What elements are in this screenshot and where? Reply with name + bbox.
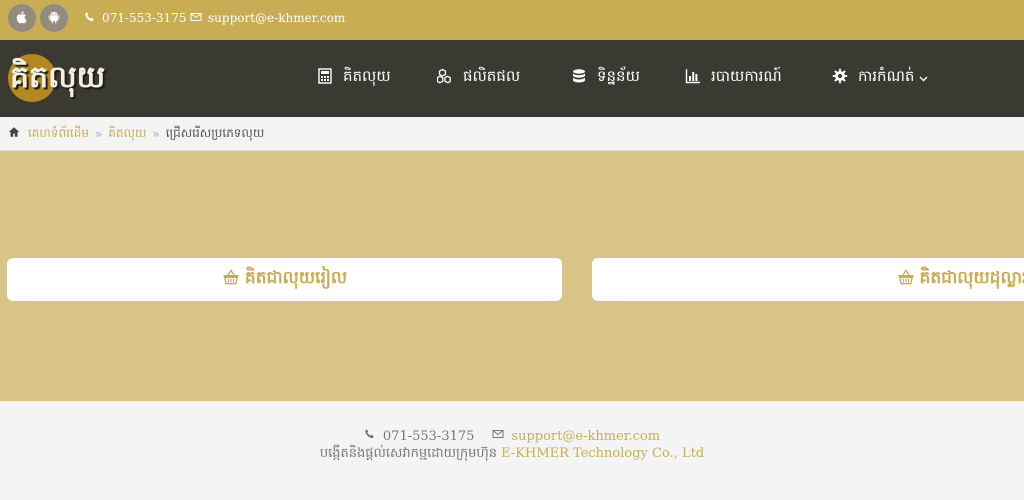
nav-item-label: ផលិតផល	[463, 67, 521, 85]
footer-contact: 071-553-3175 support@e-khmer.com	[0, 427, 1024, 445]
footer-credit-text: បង្កើតនិងផ្តល់សេវាកម្មដោយក្រុមហ៊ុន	[319, 446, 497, 461]
top-email-text[interactable]: support@e-khmer.com	[208, 11, 345, 25]
nav-item-settings[interactable]: ការកំណត់	[832, 66, 928, 90]
nav-item-products[interactable]: ផលិតផល	[436, 66, 521, 90]
top-phone-text: 071-553-3175	[102, 11, 187, 25]
breadcrumb: គេហទំព័រដើម » គិតលុយ » ជ្រើសរើសប្រភេទលុយ	[0, 117, 1024, 151]
home-icon[interactable]	[8, 126, 28, 141]
logo[interactable]: គិតលុយ	[8, 52, 120, 102]
gear-icon	[832, 68, 858, 88]
top-phone: 071-553-3175	[84, 10, 186, 26]
footer: 071-553-3175 support@e-khmer.com បង្កើតន…	[0, 401, 1024, 500]
footer-company-link[interactable]: E-KHMER Technology Co., Ltd	[501, 446, 704, 461]
breadcrumb-current: ជ្រើសរើសប្រភេទលុយ	[165, 125, 265, 140]
apple-icon	[15, 9, 29, 28]
calculator-icon	[317, 68, 343, 88]
nav-item-label: គិតលុយ	[343, 67, 391, 85]
footer-phone: 071-553-3175	[382, 428, 475, 444]
database-icon	[571, 68, 597, 88]
nav-item-label: ការកំណត់	[858, 67, 915, 85]
currency-selection-area: គិតជាលុយរៀល គិតជាលុយដុល្លារ	[0, 151, 1024, 401]
phone-icon	[364, 428, 383, 444]
nav-item-label: របាយការណ៍	[711, 67, 782, 85]
cubes-icon	[436, 68, 463, 88]
breadcrumb-home[interactable]: គេហទំព័រដើម	[28, 125, 89, 143]
basket-icon	[897, 268, 920, 291]
envelope-icon	[492, 428, 511, 444]
android-icon	[47, 9, 61, 28]
apple-app-button[interactable]	[8, 4, 36, 32]
dollar-payment-button[interactable]: គិតជាលុយដុល្លារ	[592, 258, 1024, 301]
footer-credit: បង្កើតនិងផ្តល់សេវាកម្មដោយក្រុមហ៊ុន E-KHM…	[0, 445, 1024, 463]
bar-chart-icon	[685, 68, 711, 88]
riel-payment-button[interactable]: គិតជាលុយរៀល	[7, 258, 562, 301]
dollar-payment-button-content: គិតជាលុយដុល្លារ	[592, 258, 1024, 301]
phone-icon	[84, 11, 102, 26]
footer-email[interactable]: support@e-khmer.com	[511, 429, 660, 444]
chevron-down-icon	[914, 69, 928, 87]
breadcrumb-parent[interactable]: គិតលុយ	[108, 125, 146, 143]
basket-icon	[222, 268, 245, 291]
logo-text: គិតលុយ	[10, 60, 106, 95]
nav-item-checkout[interactable]: គិតលុយ	[317, 66, 391, 90]
top-email[interactable]: support@e-khmer.com	[190, 10, 345, 26]
choice-label: គិតជាលុយដុល្លារ	[919, 268, 1024, 288]
breadcrumb-separator: »	[94, 126, 103, 141]
nav-item-label: ទិន្នន័យ	[597, 67, 640, 85]
breadcrumb-separator: »	[152, 126, 160, 141]
envelope-icon	[190, 11, 208, 26]
nav-item-data[interactable]: ទិន្នន័យ	[571, 66, 640, 90]
android-app-button[interactable]	[40, 4, 68, 32]
nav-item-reports[interactable]: របាយការណ៍	[685, 66, 782, 90]
top-bar: 071-553-3175 support@e-khmer.com	[0, 0, 1024, 40]
choice-label: គិតជាលុយរៀល	[244, 268, 348, 288]
main-navbar: គិតលុយ គិតលុយ ផលិតផល ទិន្នន័យ របាយការណ៍ …	[0, 40, 1024, 117]
